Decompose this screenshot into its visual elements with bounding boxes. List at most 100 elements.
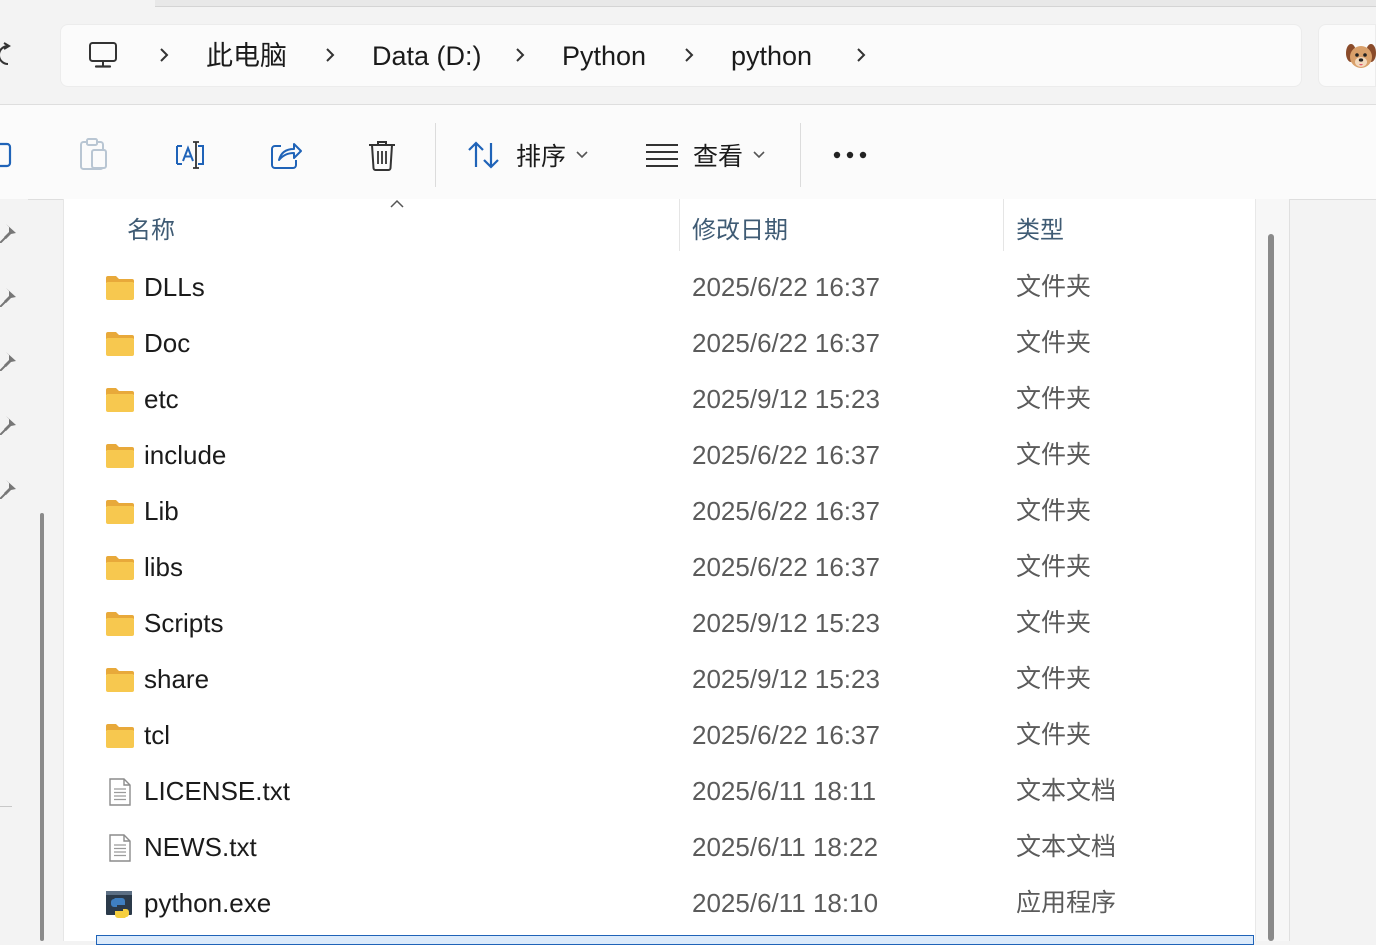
file-modified-date: 2025/6/22 16:37	[692, 552, 880, 582]
file-name[interactable]: tcl	[144, 720, 170, 750]
chevron-right-icon[interactable]	[157, 44, 171, 66]
file-row[interactable]: Scripts 2025/9/12 15:23 文件夹	[64, 596, 1254, 652]
nav-scrollbar[interactable]	[40, 513, 44, 941]
file-type: 文件夹	[1016, 273, 1092, 301]
toolbar-divider	[435, 123, 436, 187]
selected-row-partial[interactable]	[96, 935, 1254, 945]
folder-icon	[105, 666, 135, 694]
this-pc-icon[interactable]	[87, 39, 119, 71]
pin-icon[interactable]	[0, 477, 20, 499]
address-bar[interactable]: 此电脑 Data (D:) Python python	[60, 24, 1302, 87]
chevron-right-icon[interactable]	[323, 44, 337, 66]
file-type: 文本文档	[1016, 833, 1117, 861]
sort-button[interactable]: 排序	[466, 137, 588, 173]
breadcrumb-item-this-pc[interactable]: 此电脑	[206, 40, 287, 72]
file-row[interactable]: DLLs 2025/6/22 16:37 文件夹	[64, 260, 1254, 316]
chevron-right-icon[interactable]	[513, 44, 527, 66]
chevron-down-icon	[576, 151, 588, 159]
file-name[interactable]: DLLs	[144, 272, 205, 302]
file-type: 文本文档	[1016, 777, 1117, 805]
more-options-button[interactable]	[832, 137, 868, 173]
pin-icon[interactable]	[0, 349, 20, 371]
file-row[interactable]: share 2025/9/12 15:23 文件夹	[64, 652, 1254, 708]
pin-icon[interactable]	[0, 413, 20, 435]
file-name[interactable]: NEWS.txt	[144, 832, 257, 862]
file-name[interactable]: LICENSE.txt	[144, 776, 290, 806]
file-type: 文件夹	[1016, 553, 1092, 581]
column-header-type[interactable]: 类型	[1016, 210, 1064, 245]
nav-divider	[0, 806, 12, 807]
chevron-right-icon[interactable]	[682, 44, 696, 66]
share-button[interactable]	[269, 137, 303, 173]
file-list-scrollbar[interactable]	[1268, 234, 1274, 941]
share-icon	[271, 143, 302, 169]
refresh-icon[interactable]	[0, 40, 18, 70]
breadcrumb-item-python[interactable]: python	[731, 40, 812, 72]
breadcrumb-item-python-parent[interactable]: Python	[562, 40, 646, 72]
rename-icon	[176, 141, 204, 169]
file-row[interactable]: include 2025/6/22 16:37 文件夹	[64, 428, 1254, 484]
paste-icon	[80, 138, 107, 170]
file-type: 文件夹	[1016, 441, 1092, 469]
pin-icon[interactable]	[0, 285, 20, 307]
file-row[interactable]: libs 2025/6/22 16:37 文件夹	[64, 540, 1254, 596]
file-row[interactable]: tcl 2025/6/22 16:37 文件夹	[64, 708, 1254, 764]
folder-icon	[105, 442, 135, 470]
file-name[interactable]: libs	[144, 552, 183, 582]
file-modified-date: 2025/6/22 16:37	[692, 328, 880, 358]
rename-button[interactable]	[172, 137, 208, 173]
command-bar: 排序 查看	[0, 104, 1376, 200]
file-type: 文件夹	[1016, 721, 1092, 749]
sort-label: 排序	[516, 143, 567, 171]
file-row[interactable]: Doc 2025/6/22 16:37 文件夹	[64, 316, 1254, 372]
paste-button[interactable]	[78, 137, 110, 173]
chevron-down-icon	[753, 151, 765, 159]
folder-icon	[105, 386, 135, 414]
dog-avatar-icon	[1346, 44, 1376, 68]
chevron-right-icon[interactable]	[854, 44, 868, 66]
pin-icon[interactable]	[0, 221, 20, 243]
file-modified-date: 2025/6/11 18:10	[692, 888, 879, 918]
column-separator[interactable]	[1003, 199, 1004, 251]
file-type: 文件夹	[1016, 385, 1092, 413]
file-modified-date: 2025/9/12 15:23	[692, 664, 880, 694]
file-name[interactable]: etc	[144, 384, 179, 414]
user-avatar[interactable]	[1318, 24, 1376, 87]
file-type: 应用程序	[1016, 889, 1117, 917]
file-row[interactable]: NEWS.txt 2025/6/11 18:22 文本文档	[64, 820, 1254, 876]
file-name[interactable]: Lib	[144, 496, 179, 526]
file-modified-date: 2025/6/11 18:11	[692, 776, 877, 806]
column-separator[interactable]	[679, 199, 680, 251]
file-row[interactable]: python.exe 2025/6/11 18:10 应用程序	[64, 876, 1254, 932]
delete-button[interactable]	[366, 137, 398, 173]
file-modified-date: 2025/9/12 15:23	[692, 608, 880, 638]
view-label: 查看	[693, 143, 744, 171]
toolbar-divider	[800, 123, 801, 187]
file-modified-date: 2025/6/11 18:22	[692, 832, 879, 862]
column-header-name[interactable]: 名称	[127, 210, 175, 245]
file-name[interactable]: Scripts	[144, 608, 223, 638]
file-row[interactable]: etc 2025/9/12 15:23 文件夹	[64, 372, 1254, 428]
breadcrumb-item-data-drive[interactable]: Data (D:)	[372, 40, 482, 72]
folder-icon	[105, 554, 135, 582]
file-modified-date: 2025/9/12 15:23	[692, 384, 880, 414]
file-name[interactable]: share	[144, 664, 209, 694]
trash-icon	[369, 141, 395, 171]
file-modified-date: 2025/6/22 16:37	[692, 496, 880, 526]
file-row[interactable]: Lib 2025/6/22 16:37 文件夹	[64, 484, 1254, 540]
file-name[interactable]: include	[144, 440, 226, 470]
file-modified-date: 2025/6/22 16:37	[692, 272, 880, 302]
file-row[interactable]: LICENSE.txt 2025/6/11 18:11 文本文档	[64, 764, 1254, 820]
view-button[interactable]: 查看	[645, 137, 765, 173]
file-type: 文件夹	[1016, 497, 1092, 525]
copy-icon	[0, 142, 12, 168]
folder-icon	[105, 330, 135, 358]
file-name[interactable]: python.exe	[144, 888, 271, 918]
copy-button[interactable]	[0, 137, 14, 173]
folder-icon	[105, 610, 135, 638]
window-top-strip	[155, 0, 1376, 7]
file-name[interactable]: Doc	[144, 328, 190, 358]
folder-icon	[105, 722, 135, 750]
column-header-modified[interactable]: 修改日期	[692, 210, 788, 245]
more-icon	[833, 151, 867, 159]
